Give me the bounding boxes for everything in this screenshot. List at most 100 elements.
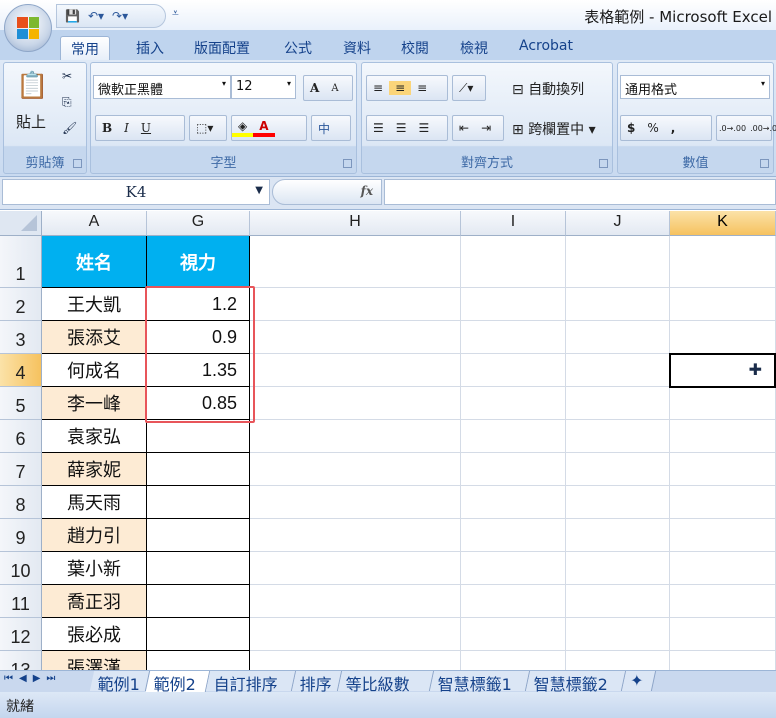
cell-G4[interactable]: 1.35 [147,354,250,387]
row-header-4[interactable]: 4 [0,354,42,387]
ribbon-tab-1[interactable]: 插入 [130,36,170,60]
cell-I6[interactable] [461,420,566,453]
column-header-K[interactable]: K [670,211,776,236]
undo-icon[interactable]: ↶▾ [88,9,104,23]
row-header-5[interactable]: 5 [0,387,42,420]
ribbon-tab-2[interactable]: 版面配置 [188,36,256,60]
sheet-tab-4[interactable]: 等比級數 [337,671,435,694]
cut-icon[interactable]: ✂ [62,69,72,83]
grow-font-button[interactable]: A [304,81,325,95]
cell-J4[interactable] [566,354,670,387]
font-name-select[interactable]: 微軟正黑體 ▾ [93,75,231,99]
cell-G7[interactable] [147,453,250,486]
align-right-icon[interactable]: ☰ [413,121,436,135]
sheet-tab-1[interactable]: 範例2 [145,671,211,694]
cell-H4[interactable] [250,354,461,387]
save-icon[interactable]: 💾 [65,9,80,23]
formula-input[interactable] [384,179,776,205]
cell-I4[interactable] [461,354,566,387]
cell-G1[interactable]: 視力 [147,236,250,288]
cell-K8[interactable] [670,486,776,519]
font-size-select[interactable]: 12 ▾ [231,75,296,99]
number-format-select[interactable]: 通用格式 ▾ [620,75,770,99]
dialog-launcher-icon[interactable] [760,159,769,168]
row-header-9[interactable]: 9 [0,519,42,552]
align-left-icon[interactable]: ☰ [367,121,390,135]
cell-A6[interactable]: 袁家弘 [42,420,147,453]
cell-J11[interactable] [566,585,670,618]
customize-qat-icon[interactable]: ⩡ [172,6,179,21]
cell-A1[interactable]: 姓名 [42,236,147,288]
row-header-1[interactable]: 1 [0,236,42,288]
cell-K11[interactable] [670,585,776,618]
sheet-tab-0[interactable]: 範例1 [89,671,151,694]
cell-K1[interactable] [670,236,776,288]
cell-H7[interactable] [250,453,461,486]
align-bottom-icon[interactable]: ≡ [411,81,433,95]
cell-G2[interactable]: 1.2 [147,288,250,321]
cell-K12[interactable] [670,618,776,651]
format-painter-icon[interactable]: 🖌 [62,121,77,135]
cell-K7[interactable] [670,453,776,486]
cell-A12[interactable]: 張必成 [42,618,147,651]
cell-J1[interactable] [566,236,670,288]
wrap-text-button[interactable]: ⊟ 自動換列 [512,79,584,99]
ribbon-tab-4[interactable]: 資料 [337,36,377,60]
cell-G5[interactable]: 0.85 [147,387,250,420]
phonetic-button[interactable]: 中 [311,115,351,141]
cell-K6[interactable] [670,420,776,453]
insert-function-button[interactable]: fx [272,179,382,205]
ribbon-tab-7[interactable]: Acrobat [513,36,579,60]
cell-A10[interactable]: 葉小新 [42,552,147,585]
cell-K2[interactable] [670,288,776,321]
row-header-11[interactable]: 11 [0,585,42,618]
cell-I8[interactable] [461,486,566,519]
cell-K9[interactable] [670,519,776,552]
merge-center-button[interactable]: ⊞ 跨欄置中 ▾ [512,119,596,139]
cell-H9[interactable] [250,519,461,552]
orientation-button[interactable]: ⟋▾ [452,75,486,101]
paste-button[interactable]: 貼上 [16,111,46,132]
cell-G12[interactable] [147,618,250,651]
ribbon-tab-6[interactable]: 檢視 [454,36,494,60]
bold-button[interactable]: B [96,121,118,135]
cell-A2[interactable]: 王大凱 [42,288,147,321]
cell-J7[interactable] [566,453,670,486]
cell-J5[interactable] [566,387,670,420]
currency-button[interactable]: $ [621,121,641,135]
cell-J3[interactable] [566,321,670,354]
sheet-nav-buttons[interactable]: ⏮◀▶⏭ [4,673,61,684]
increase-decimal-button[interactable]: .0→.00 [717,124,748,133]
cell-I12[interactable] [461,618,566,651]
cell-A8[interactable]: 馬天雨 [42,486,147,519]
cell-J9[interactable] [566,519,670,552]
row-header-3[interactable]: 3 [0,321,42,354]
column-header-J[interactable]: J [566,211,670,236]
cell-G10[interactable] [147,552,250,585]
sheet-tab-5[interactable]: 智慧標籤1 [429,671,531,694]
cell-H1[interactable] [250,236,461,288]
cell-K5[interactable] [670,387,776,420]
sheet-tab-2[interactable]: 自訂排序 [205,671,297,694]
cell-K10[interactable] [670,552,776,585]
cell-I7[interactable] [461,453,566,486]
ribbon-tab-0[interactable]: 常用 [60,36,110,61]
cell-A4[interactable]: 何成名 [42,354,147,387]
cell-H5[interactable] [250,387,461,420]
increase-indent-icon[interactable]: ⇥ [475,121,497,135]
cell-A7[interactable]: 薛家妮 [42,453,147,486]
cell-G6[interactable] [147,420,250,453]
cell-G11[interactable] [147,585,250,618]
cell-G9[interactable] [147,519,250,552]
decrease-indent-icon[interactable]: ⇤ [453,121,475,135]
cell-H2[interactable] [250,288,461,321]
dialog-launcher-icon[interactable] [343,159,352,168]
cell-H8[interactable] [250,486,461,519]
cell-H12[interactable] [250,618,461,651]
italic-button[interactable]: I [118,121,135,135]
shrink-font-button[interactable]: A [325,83,344,94]
cell-H11[interactable] [250,585,461,618]
select-all-button[interactable] [0,211,42,236]
column-header-I[interactable]: I [461,211,566,236]
cell-A11[interactable]: 喬正羽 [42,585,147,618]
